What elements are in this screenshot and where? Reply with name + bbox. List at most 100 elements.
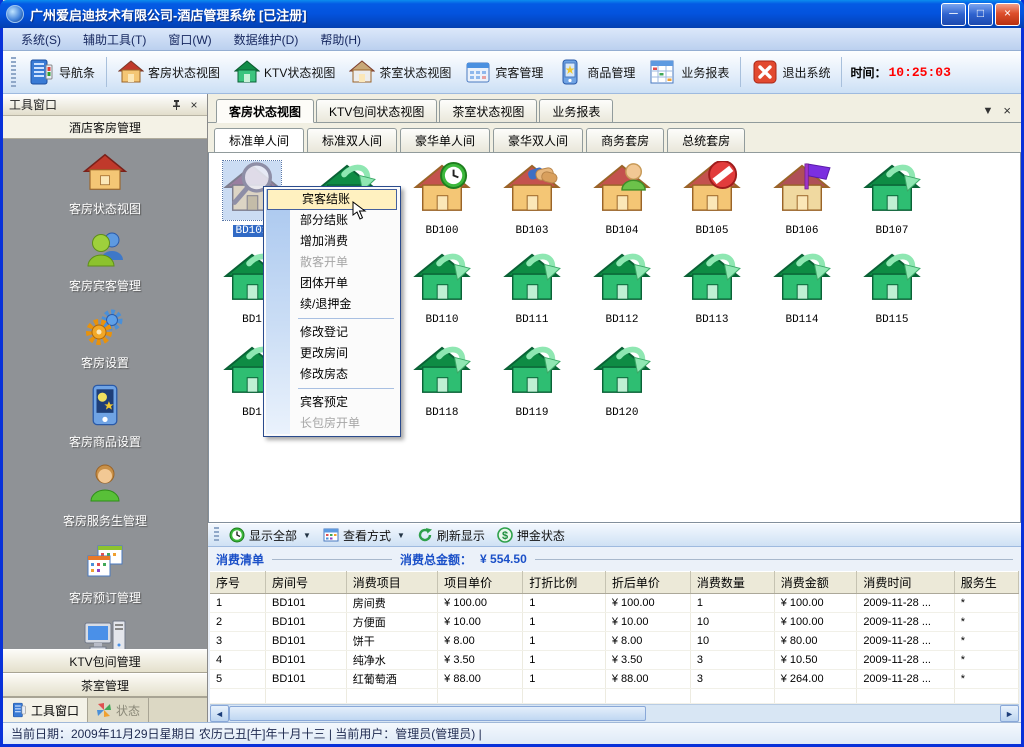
toolbar-grip[interactable] (11, 57, 16, 87)
toolbar-button-3[interactable]: 茶室状态视图 (342, 57, 458, 87)
room-BD114[interactable]: BD114 (762, 250, 842, 327)
room-BD118[interactable]: BD118 (402, 343, 482, 420)
sidebar-item-4[interactable]: 客房服务生管理 (3, 463, 207, 529)
doc-tab-2[interactable]: 茶室状态视图 (439, 99, 537, 122)
action-button-0[interactable]: 显示全部▼ (223, 527, 317, 544)
room-BD100[interactable]: BD100 (402, 161, 482, 238)
doc-tab-3[interactable]: 业务报表 (539, 99, 613, 122)
pin-icon[interactable] (169, 99, 183, 111)
context-menu-item-4[interactable]: 团体开单 (266, 273, 398, 294)
room-type-tab-3[interactable]: 豪华双人间 (493, 128, 583, 152)
close-button[interactable]: × (995, 3, 1020, 26)
room-BD107[interactable]: BD107 (852, 161, 932, 238)
sidebar-item-6[interactable]: 客房其他款项登记 (3, 619, 207, 649)
context-menu-item-9[interactable]: 修改房态 (266, 364, 398, 385)
maximize-button[interactable]: □ (968, 3, 993, 26)
table-row[interactable]: 4BD101纯净水¥ 3.501¥ 3.503¥ 10.502009-11-28… (210, 651, 1019, 670)
context-menu-item-0[interactable]: 宾客结账 (267, 189, 397, 210)
room-BD110[interactable]: BD110 (402, 250, 482, 327)
sidebar-group-bar-0[interactable]: KTV包间管理 (3, 649, 207, 673)
sidebar-close-icon[interactable]: × (187, 98, 201, 112)
minimize-button[interactable]: ─ (941, 3, 966, 26)
table-empty-row (210, 689, 1019, 704)
action-button-3[interactable]: $押金状态 (491, 527, 571, 544)
sidebar-group-hotel-rooms[interactable]: 酒店客房管理 (3, 116, 207, 139)
dropdown-arrow-icon[interactable]: ▼ (303, 531, 311, 540)
menu-item-0[interactable]: 系统(S) (11, 29, 71, 50)
room-BD105[interactable]: BD105 (672, 161, 752, 238)
context-menu-item-8[interactable]: 更改房间 (266, 343, 398, 364)
column-header-7[interactable]: 消费金额 (774, 572, 857, 594)
toolbar-button-4[interactable]: 宾客管理 (458, 57, 550, 87)
room-BD120[interactable]: BD120 (582, 343, 662, 420)
toolbar-button-1[interactable]: 客房状态视图 (111, 57, 227, 87)
table-row[interactable]: 5BD101红葡萄酒¥ 88.001¥ 88.003¥ 264.002009-1… (210, 670, 1019, 689)
dropdown-arrow-icon[interactable]: ▼ (397, 531, 405, 540)
doc-tab-1[interactable]: KTV包间状态视图 (316, 99, 437, 122)
room-type-tab-1[interactable]: 标准双人间 (307, 128, 397, 152)
table-row[interactable]: 3BD101饼干¥ 8.001¥ 8.0010¥ 80.002009-11-28… (210, 632, 1019, 651)
sidebar-item-label: 客房宾客管理 (3, 277, 207, 294)
toolbar-button-5[interactable]: 商品管理 (550, 57, 642, 87)
sidebar-bottom-tab-0[interactable]: 工具窗口 (3, 698, 88, 722)
table-horizontal-scrollbar[interactable]: ◄ ► (210, 704, 1019, 722)
sidebar-item-0[interactable]: 客房状态视图 (3, 151, 207, 217)
action-button-1[interactable]: 查看方式▼ (317, 527, 411, 544)
status-text: 当前日期：2009年11月29日星期日 农历己丑[牛]年十月十三 | 当前用户：… (11, 725, 482, 742)
column-header-8[interactable]: 消费时间 (857, 572, 954, 594)
room-BD111[interactable]: BD111 (492, 250, 572, 327)
table-row[interactable]: 1BD101房间费¥ 100.001¥ 100.001¥ 100.002009-… (210, 594, 1019, 613)
column-header-3[interactable]: 项目单价 (438, 572, 523, 594)
scroll-right-button[interactable]: ► (1000, 705, 1019, 722)
context-menu-item-11[interactable]: 宾客预定 (266, 392, 398, 413)
room-BD112[interactable]: BD112 (582, 250, 662, 327)
context-menu-item-7[interactable]: 修改登记 (266, 322, 398, 343)
column-header-2[interactable]: 消费项目 (346, 572, 437, 594)
column-header-9[interactable]: 服务生 (954, 572, 1018, 594)
room-BD103[interactable]: BD103 (492, 161, 572, 238)
toolbar-button-6[interactable]: 业务报表 (642, 56, 736, 88)
sidebar-item-3[interactable]: 客房商品设置 (3, 384, 207, 450)
context-menu-item-1[interactable]: 部分结账 (266, 210, 398, 231)
column-header-4[interactable]: 打折比例 (523, 572, 606, 594)
toolbar-button-2[interactable]: KTV状态视图 (227, 57, 342, 87)
scrollbar-thumb[interactable] (229, 706, 646, 721)
room-type-tab-0[interactable]: 标准单人间 (214, 128, 304, 153)
room-BD113[interactable]: BD113 (672, 250, 752, 327)
room-type-tab-5[interactable]: 总统套房 (667, 128, 745, 152)
room-BD106[interactable]: BD106 (762, 161, 842, 238)
toolbar-button-0[interactable]: 导航条 (20, 56, 102, 88)
toolbar-grip[interactable] (214, 527, 219, 543)
scrollbar-track[interactable] (646, 705, 1000, 722)
table-row[interactable]: 2BD101方便面¥ 10.001¥ 10.0010¥ 100.002009-1… (210, 613, 1019, 632)
sidebar-group-bar-1[interactable]: 茶室管理 (3, 673, 207, 697)
menu-item-2[interactable]: 窗口(W) (158, 29, 221, 50)
action-button-2[interactable]: 刷新显示 (411, 527, 491, 544)
context-menu-item-5[interactable]: 续/退押金 (266, 294, 398, 315)
column-header-0[interactable]: 序号 (210, 572, 266, 594)
room-BD115[interactable]: BD115 (852, 250, 932, 327)
toolbar-button-7[interactable]: 退出系统 (745, 57, 837, 87)
tab-list-dropdown-icon[interactable]: ▼ (983, 105, 994, 117)
room-BD119[interactable]: BD119 (492, 343, 572, 420)
menu-item-3[interactable]: 数据维护(D) (224, 29, 309, 50)
toolbar-separator (841, 57, 842, 87)
sidebar-item-5[interactable]: 客房预订管理 (3, 542, 207, 606)
column-header-6[interactable]: 消费数量 (690, 572, 774, 594)
menu-item-4[interactable]: 帮助(H) (310, 29, 371, 50)
context-menu-item-2[interactable]: 增加消费 (266, 231, 398, 252)
sidebar-bottom-tab-1[interactable]: 状态 (88, 698, 149, 722)
doc-tab-tools: ▼× (977, 103, 1017, 122)
room-type-tab-4[interactable]: 商务套房 (586, 128, 664, 152)
scroll-left-button[interactable]: ◄ (210, 705, 229, 722)
room-BD104[interactable]: BD104 (582, 161, 662, 238)
sidebar-item-1[interactable]: 客房宾客管理 (3, 230, 207, 294)
sidebar-item-2[interactable]: 客房设置 (3, 307, 207, 371)
column-header-1[interactable]: 房间号 (266, 572, 347, 594)
table-cell: 1 (523, 670, 606, 689)
menu-item-1[interactable]: 辅助工具(T) (73, 29, 156, 50)
doc-tab-0[interactable]: 客房状态视图 (216, 99, 314, 123)
tab-close-icon[interactable]: × (1003, 103, 1011, 118)
room-type-tab-2[interactable]: 豪华单人间 (400, 128, 490, 152)
column-header-5[interactable]: 折后单价 (605, 572, 690, 594)
